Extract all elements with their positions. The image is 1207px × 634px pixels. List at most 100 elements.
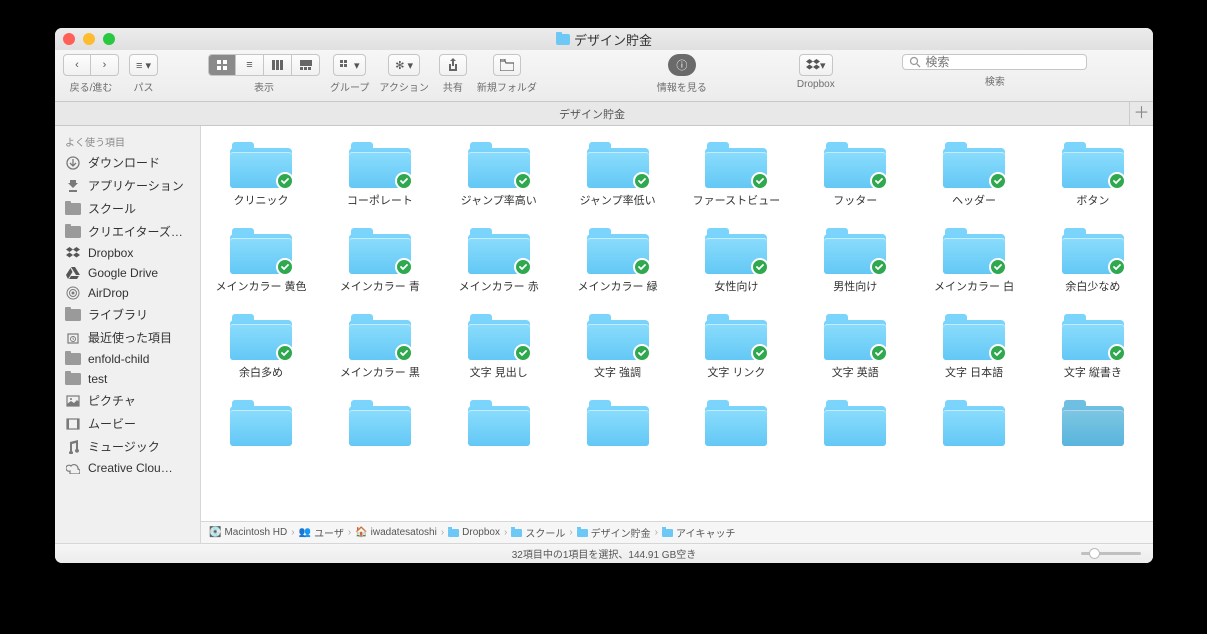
sidebar-item[interactable]: AirDrop — [55, 283, 200, 303]
recent-icon — [65, 331, 81, 345]
folder-item[interactable]: フッター — [805, 140, 905, 208]
sync-check-icon — [514, 172, 532, 190]
folder-item[interactable]: クリニック — [211, 140, 311, 208]
back-button[interactable]: ‹ — [63, 54, 91, 76]
folder-item[interactable]: 文字 リンク — [686, 312, 786, 380]
sidebar-item-label: ピクチャ — [88, 392, 136, 409]
sidebar-item[interactable]: ムービー — [55, 412, 200, 435]
sidebar-item-label: ライブラリ — [88, 306, 148, 323]
folder-icon — [556, 34, 570, 45]
sidebar-item-label: Dropbox — [88, 246, 133, 260]
zoom-slider[interactable] — [1081, 552, 1141, 555]
close-icon[interactable] — [63, 33, 75, 45]
titlebar[interactable]: デザイン貯金 — [55, 28, 1153, 50]
sync-check-icon — [514, 258, 532, 276]
path-button[interactable]: ≡ ▾ — [129, 54, 158, 76]
folder-item[interactable]: ボタン — [1043, 140, 1143, 208]
pathbar[interactable]: 💽 Macintosh HD› 👥 ユーザ› 🏠 iwadatesatoshi›… — [201, 521, 1153, 543]
folder-label: メインカラー 黄色 — [215, 278, 306, 294]
sidebar-item[interactable]: クリエイターズ… — [55, 220, 200, 243]
sync-check-icon — [751, 172, 769, 190]
sidebar-item[interactable]: Creative Clou… — [55, 458, 200, 478]
search-field[interactable] — [902, 54, 1087, 70]
sync-check-icon — [989, 258, 1007, 276]
path-segment[interactable]: デザイン貯金 — [577, 525, 651, 540]
folder-item[interactable]: 女性向け — [686, 226, 786, 294]
folder-item[interactable]: 文字 見出し — [449, 312, 549, 380]
folder-item[interactable]: 文字 英語 — [805, 312, 905, 380]
zoom-icon[interactable] — [103, 33, 115, 45]
folder-label: 余白少なめ — [1065, 278, 1120, 294]
path-segment[interactable]: 🏠 iwadatesatoshi — [355, 527, 437, 538]
folder-item[interactable]: メインカラー 黄色 — [211, 226, 311, 294]
path-segment[interactable]: 💽 Macintosh HD — [209, 527, 287, 538]
folder-item[interactable] — [330, 398, 430, 446]
view-label: 表示 — [254, 79, 274, 94]
folder-item[interactable] — [449, 398, 549, 446]
folder-grid[interactable]: クリニックコーポレートジャンプ率高いジャンプ率低いファーストビューフッター ヘッダ… — [201, 126, 1153, 521]
folder-label: フッター — [833, 192, 877, 208]
folder-item[interactable] — [211, 398, 311, 446]
sidebar-item[interactable]: Google Drive — [55, 263, 200, 283]
sidebar-item[interactable]: 最近使った項目 — [55, 326, 200, 349]
sidebar-item[interactable]: ピクチャ — [55, 389, 200, 412]
forward-button[interactable]: › — [91, 54, 119, 76]
folder-item[interactable]: 男性向け — [805, 226, 905, 294]
folder-item[interactable]: 余白多め — [211, 312, 311, 380]
newfolder-button[interactable] — [493, 54, 521, 76]
folder-item[interactable]: ジャンプ率高い — [449, 140, 549, 208]
folder-item-selected[interactable] — [1043, 398, 1143, 446]
sidebar-item[interactable]: ミュージック — [55, 435, 200, 458]
folder-item[interactable] — [805, 398, 905, 446]
sync-check-icon — [870, 344, 888, 362]
folder-icon — [587, 312, 649, 360]
minimize-icon[interactable] — [83, 33, 95, 45]
folder-item[interactable]: メインカラー 赤 — [449, 226, 549, 294]
sidebar-item[interactable]: test — [55, 369, 200, 389]
gallery-view-button[interactable] — [292, 54, 320, 76]
icon-view-button[interactable] — [208, 54, 236, 76]
sidebar-item[interactable]: アプリケーション — [55, 174, 200, 197]
folder-item[interactable] — [568, 398, 668, 446]
nav-label: 戻る/進む — [70, 79, 113, 94]
title-text: デザイン貯金 — [574, 30, 652, 49]
folder-item[interactable]: 文字 強調 — [568, 312, 668, 380]
share-button[interactable] — [439, 54, 467, 76]
new-tab-button[interactable]: ＋ — [1129, 102, 1153, 125]
folder-item[interactable]: 文字 縦書き — [1043, 312, 1143, 380]
tab-design[interactable]: デザイン貯金 — [55, 106, 1129, 122]
sidebar-item[interactable]: enfold-child — [55, 349, 200, 369]
dropbox-button[interactable]: ▾ — [799, 54, 833, 76]
folder-label: 余白多め — [239, 364, 283, 380]
path-segment[interactable]: Dropbox — [448, 527, 500, 538]
group-button[interactable]: ▾ — [333, 54, 367, 76]
folder-item[interactable]: 余白少なめ — [1043, 226, 1143, 294]
folder-item[interactable]: メインカラー 白 — [924, 226, 1024, 294]
path-segment[interactable]: アイキャッチ — [662, 525, 736, 540]
folder-item[interactable]: ファーストビュー — [686, 140, 786, 208]
column-view-button[interactable] — [264, 54, 292, 76]
folder-icon — [468, 312, 530, 360]
sidebar-item[interactable]: スクール — [55, 197, 200, 220]
sidebar-item[interactable]: ダウンロード — [55, 151, 200, 174]
folder-item[interactable]: コーポレート — [330, 140, 430, 208]
folder-item[interactable]: ヘッダー — [924, 140, 1024, 208]
folder-icon — [943, 140, 1005, 188]
action-button[interactable]: ✻ ▾ — [388, 54, 420, 76]
path-segment[interactable]: スクール — [511, 525, 565, 540]
folder-item[interactable]: 文字 日本語 — [924, 312, 1024, 380]
folder-item[interactable]: ジャンプ率低い — [568, 140, 668, 208]
sidebar-item[interactable]: ライブラリ — [55, 303, 200, 326]
path-segment[interactable]: 👥 ユーザ — [299, 525, 344, 540]
info-button[interactable]: ⓘ — [668, 54, 696, 76]
sidebar-item[interactable]: Dropbox — [55, 243, 200, 263]
list-view-button[interactable]: ≡ — [236, 54, 264, 76]
folder-icon — [943, 312, 1005, 360]
folder-item[interactable]: メインカラー 緑 — [568, 226, 668, 294]
folder-item[interactable]: メインカラー 青 — [330, 226, 430, 294]
folder-item[interactable]: メインカラー 黒 — [330, 312, 430, 380]
search-input[interactable] — [925, 55, 1080, 69]
folder-icon — [349, 226, 411, 274]
folder-item[interactable] — [924, 398, 1024, 446]
folder-item[interactable] — [686, 398, 786, 446]
